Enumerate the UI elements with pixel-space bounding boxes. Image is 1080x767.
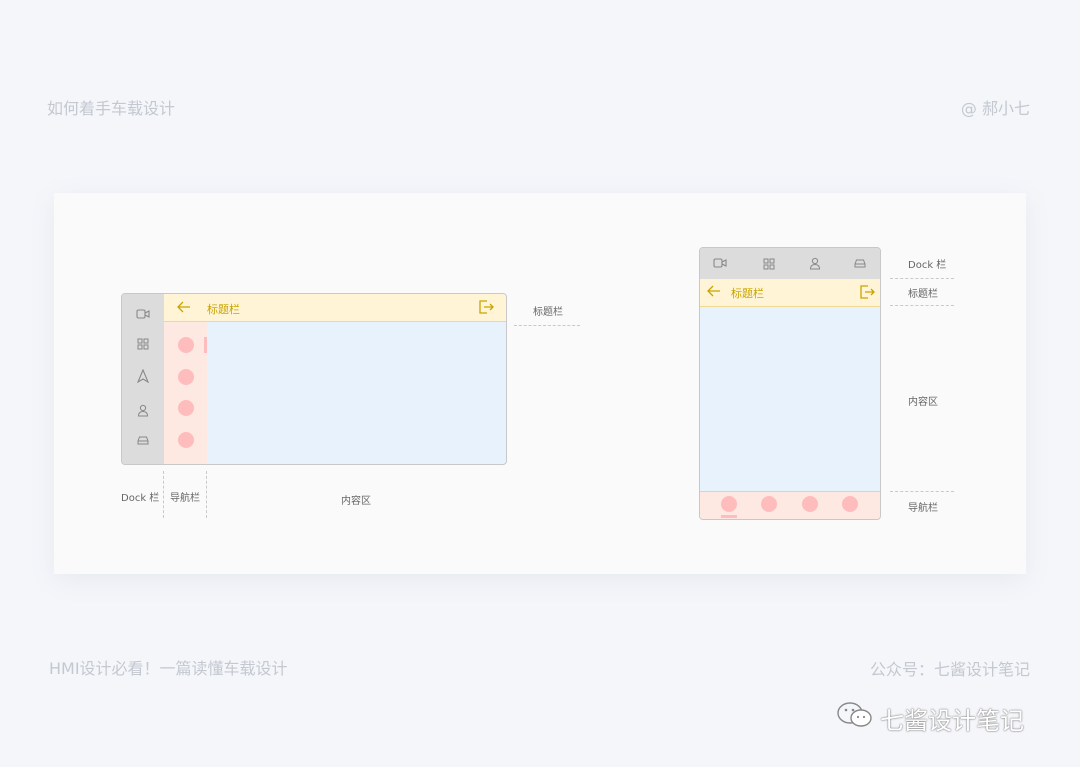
nav-dot[interactable] [178, 432, 194, 448]
back-arrow-icon[interactable] [177, 301, 191, 315]
nav-dot[interactable] [178, 337, 194, 353]
label-nav: 导航栏 [170, 493, 200, 504]
label-dock: Dock 栏 [121, 493, 160, 504]
nav-dot[interactable] [802, 496, 818, 512]
user-icon [809, 257, 823, 271]
nav-dot[interactable] [178, 369, 194, 385]
landscape-mockup: 标题栏 [121, 293, 507, 465]
nav-dot[interactable] [761, 496, 777, 512]
landscape-title-text: 标题栏 [207, 303, 240, 316]
dock-guide [163, 471, 164, 518]
nav-arrow-icon [136, 369, 150, 383]
back-arrow-icon[interactable] [707, 285, 721, 299]
header-author: @ 郝小七 [960, 99, 1030, 118]
exit-icon[interactable] [479, 300, 494, 314]
portrait-title-guide [890, 305, 954, 306]
title-bar-guide [514, 325, 580, 326]
portrait-title-text: 标题栏 [731, 287, 764, 300]
label-portrait-content: 内容区 [908, 397, 938, 408]
landscape-nav-bar [164, 322, 207, 464]
portrait-nav-guide [890, 491, 954, 492]
exit-icon[interactable] [860, 285, 875, 299]
landscape-title-bar: 标题栏 [164, 294, 506, 322]
label-portrait-title-bar: 标题栏 [908, 289, 938, 300]
landscape-dock-bar [122, 294, 164, 464]
nav-active-indicator [721, 515, 737, 518]
portrait-mockup: 标题栏 [699, 247, 881, 520]
diagram-card: 标题栏 标题栏 Dock 栏 导航栏 内容区 标题栏 Dock 栏 标题栏 内容… [54, 193, 1026, 574]
watermark: 七酱设计笔记 [836, 700, 1024, 736]
label-portrait-nav: 导航栏 [908, 503, 938, 514]
header-title: 如何着手车载设计 [47, 99, 176, 118]
portrait-nav-bar [700, 491, 880, 519]
car-icon [853, 258, 867, 272]
label-portrait-dock: Dock 栏 [908, 260, 947, 271]
portrait-dock-guide [890, 278, 954, 279]
landscape-content-area [207, 322, 506, 464]
wechat-icon [836, 700, 874, 736]
apps-icon [137, 338, 151, 352]
watermark-text: 七酱设计笔记 [880, 706, 1024, 735]
footer-account: 公众号：七酱设计笔记 [869, 660, 1030, 679]
footer-title: HMI设计必看！一篇读懂车载设计 [49, 659, 288, 678]
portrait-content-area [700, 307, 880, 491]
video-icon [136, 308, 150, 322]
car-icon [136, 435, 150, 449]
video-icon [713, 257, 727, 271]
portrait-title-bar: 标题栏 [700, 279, 880, 307]
nav-dot[interactable] [842, 496, 858, 512]
user-icon [137, 404, 151, 418]
nav-dot[interactable] [721, 496, 737, 512]
nav-dot[interactable] [178, 400, 194, 416]
nav-guide [206, 471, 207, 518]
apps-icon [763, 258, 777, 272]
label-content: 内容区 [341, 496, 371, 507]
label-title-bar: 标题栏 [533, 307, 563, 318]
portrait-dock-bar [700, 248, 880, 279]
